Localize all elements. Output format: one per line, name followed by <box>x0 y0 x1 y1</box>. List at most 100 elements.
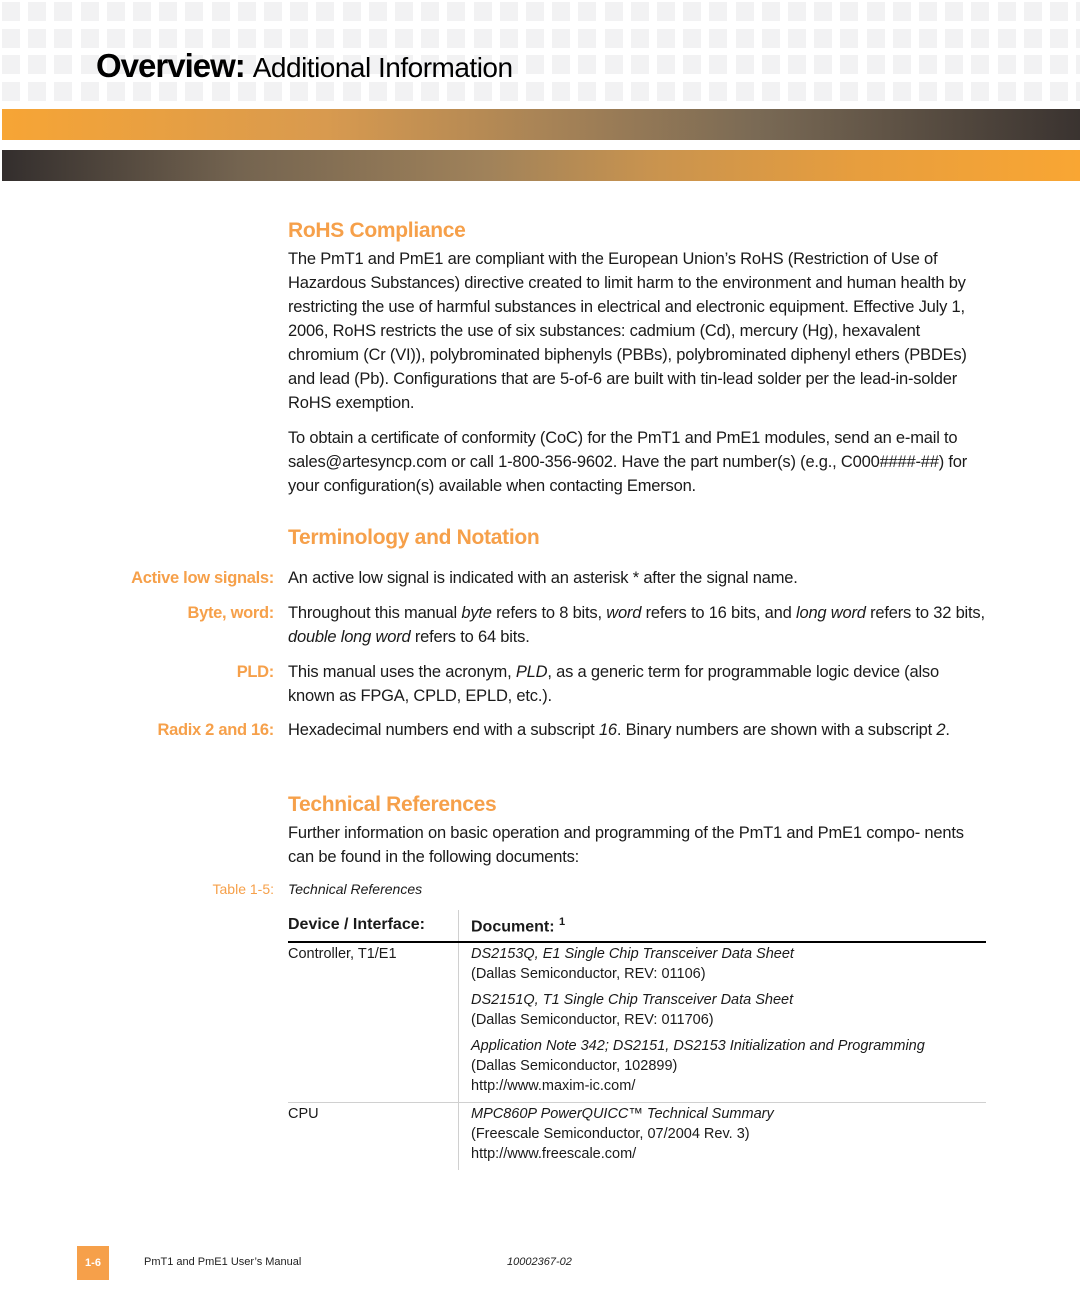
header-pattern-cell <box>578 2 597 21</box>
header-pattern-cell <box>578 81 597 101</box>
heading-rohs-compliance: RoHS Compliance <box>288 219 466 242</box>
term-emphasis: 16 <box>598 721 617 739</box>
header-pattern-cell <box>1050 81 1068 101</box>
header-pattern-cell <box>761 55 780 74</box>
header-pattern-cell <box>892 2 911 21</box>
term-definition: This manual uses the acronym, PLD, as a … <box>288 660 988 708</box>
header-pattern-cell <box>604 81 623 101</box>
header-pattern-cell <box>866 55 885 74</box>
term-definition: Throughout this manual byte refers to 8 … <box>288 601 988 649</box>
term-text-segment: An active low signal is indicated with a… <box>288 569 798 587</box>
header-pattern-cell <box>892 28 911 48</box>
header-pattern-cell <box>919 28 937 48</box>
header-pattern-cell <box>919 81 937 101</box>
header-pattern-cell <box>395 2 413 21</box>
header-pattern-cell <box>735 81 754 101</box>
header-pattern-cell <box>945 55 964 74</box>
header-pattern-cell <box>604 55 623 74</box>
document-source: (Freescale Semiconductor, 07/2004 Rev. 3… <box>471 1126 750 1143</box>
header-pattern-cell <box>28 2 47 21</box>
header-pattern-cell <box>28 81 47 101</box>
header-pattern-cell <box>761 2 780 21</box>
header-pattern-cell <box>971 28 990 48</box>
table-header-row: Device / Interface: Document: 1 <box>288 910 986 944</box>
term-label: PLD: <box>236 663 275 681</box>
table-caption-label: Table 1-5: <box>212 881 274 897</box>
header-pattern-cell <box>945 81 964 101</box>
header-pattern-cell <box>578 55 597 74</box>
document-cell: MPC860P PowerQUICC™ Technical Summary (Fr… <box>458 1102 986 1171</box>
term-text-segment: Hexadecimal numbers end with a subscript <box>288 721 599 739</box>
footer-manual-title: PmT1 and PmE1 User’s Manual <box>144 1256 302 1268</box>
header-pattern-cell <box>604 2 623 21</box>
header-pattern-cell <box>735 55 754 74</box>
header-pattern-cell <box>630 2 649 21</box>
header-pattern-cell <box>892 55 911 74</box>
header-pattern-cell <box>290 2 309 21</box>
document-url[interactable]: http://www.maxim-ic.com/ <box>471 1076 986 1096</box>
document-entry: MPC860P PowerQUICC™ Technical Summary (Fr… <box>471 1104 986 1164</box>
term-emphasis: long word <box>796 604 866 622</box>
document-entry: Application Note 342; DS2151, DS2153 Ini… <box>471 1036 986 1096</box>
header-pattern-cell <box>2 81 20 101</box>
header-pattern-cell <box>1050 2 1068 21</box>
header-pattern-cell <box>997 2 1016 21</box>
term-text-segment: refers to 16 bits, and <box>641 604 796 622</box>
column-header-document-label: Document: <box>471 918 555 936</box>
rohs-paragraph-2: To obtain a certificate of conformity (C… <box>288 429 968 495</box>
technical-references-table: Device / Interface: Document: 1 Controll… <box>288 910 986 1171</box>
heading-technical-references: Technical References <box>288 793 497 816</box>
header-pattern-cell <box>2 55 20 74</box>
term-text-segment: This manual uses the acronym, <box>288 663 516 681</box>
document-title: Application Note 342; DS2151, DS2153 Ini… <box>471 1038 925 1055</box>
header-pattern-cell <box>788 28 806 48</box>
header-pattern-cell <box>185 2 204 21</box>
table-row: CPU MPC860P PowerQUICC™ Technical Summary… <box>288 1102 986 1171</box>
header-pattern-cell <box>1023 55 1042 74</box>
header-pattern-cell <box>1050 55 1068 74</box>
document-entry: DS2153Q, E1 Single Chip Transceiver Data… <box>471 944 986 984</box>
references-intro: Further information on basic operation a… <box>288 824 964 866</box>
header-pattern-cell <box>604 28 623 48</box>
term-emphasis: PLD <box>515 663 548 681</box>
header-pattern-cell <box>473 2 492 21</box>
header-pattern-cell <box>237 2 256 21</box>
header-pattern-cell <box>80 2 99 21</box>
header-pattern-cell <box>788 55 806 74</box>
term-label: Byte, word: <box>187 604 274 622</box>
header-pattern-cell <box>997 55 1016 74</box>
header-pattern-cell <box>945 28 964 48</box>
header-pattern-cell <box>630 55 649 74</box>
header-pattern-cell <box>106 2 125 21</box>
header-pattern-cell <box>28 28 47 48</box>
header-pattern-cell <box>997 28 1016 48</box>
header-pattern-cell <box>814 28 833 48</box>
header-pattern-cell <box>1076 55 1080 74</box>
document-url[interactable]: http://www.freescale.com/ <box>471 1144 986 1164</box>
header-pattern-cell <box>526 55 544 74</box>
header-pattern-cell <box>54 55 73 74</box>
header-pattern-cell <box>814 55 833 74</box>
document-source: (Dallas Semiconductor, 102899) <box>471 1058 678 1075</box>
header-pattern-cell <box>761 81 780 101</box>
header-pattern-cell <box>1023 2 1042 21</box>
term-text-segment: . Binary numbers are shown with a subscr… <box>616 721 937 739</box>
header-pattern-cell <box>735 28 754 48</box>
header-pattern-cell <box>552 81 571 101</box>
header-pattern-cell <box>342 2 361 21</box>
header-pattern-cell <box>761 28 780 48</box>
header-pattern-cell <box>683 2 702 21</box>
term-text-segment: Throughout this manual <box>288 604 462 622</box>
header-pattern-cell <box>159 2 178 21</box>
header-pattern-cell <box>788 2 806 21</box>
header-pattern-cell <box>552 55 571 74</box>
header-pattern-cell <box>709 28 728 48</box>
header-pattern-cell <box>945 2 964 21</box>
page-number-badge: 1-6 <box>77 1246 109 1280</box>
term-definition: Hexadecimal numbers end with a subscript… <box>288 718 988 742</box>
term-text-segment: refers to 8 bits, <box>491 604 607 622</box>
header-pattern-cell <box>657 28 675 48</box>
document-source: (Dallas Semiconductor, REV: 011706) <box>471 1012 714 1029</box>
table-caption-title: Technical References <box>288 881 423 897</box>
header-pattern-cell <box>316 2 335 21</box>
